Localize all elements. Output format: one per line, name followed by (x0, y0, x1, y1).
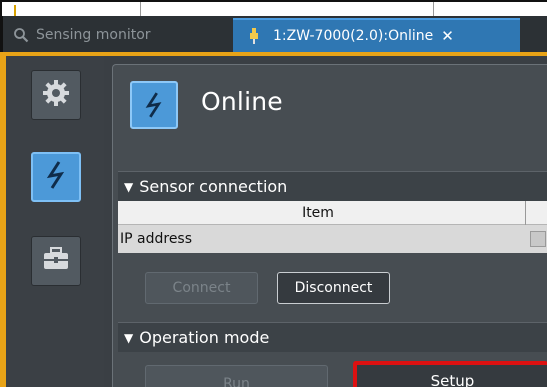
lightning-icon (130, 81, 178, 129)
disconnect-button[interactable]: Disconnect (277, 272, 390, 304)
section-title: Sensor connection (139, 177, 288, 196)
tab-bar: Sensing monitor 1:ZW-7000(2.0):Online ✕ (0, 16, 547, 52)
online-panel: Online ▼ Sensor connection Item IP addre… (112, 64, 547, 387)
triangle-down-icon: ▼ (124, 330, 134, 345)
setup-button[interactable]: Setup (353, 361, 547, 387)
connection-table: Item IP address (118, 201, 547, 253)
section-title: Operation mode (139, 328, 270, 347)
page-title: Online (201, 87, 283, 116)
sensor-icon (245, 27, 263, 45)
section-header-operation-mode[interactable]: ▼ Operation mode (118, 322, 547, 352)
section-header-sensor-connection[interactable]: ▼ Sensor connection (118, 171, 547, 201)
rail-settings-button[interactable] (31, 70, 81, 120)
lightning-icon (44, 160, 68, 194)
document-border (0, 0, 547, 18)
column-divider (525, 201, 526, 225)
column-header: Item (302, 204, 334, 221)
triangle-down-icon: ▼ (124, 179, 134, 194)
table-row[interactable]: IP address (118, 225, 547, 253)
run-button[interactable]: Run (145, 365, 328, 387)
rail-online-button[interactable] (31, 152, 81, 202)
cell-button[interactable] (530, 231, 546, 247)
close-icon[interactable]: ✕ (441, 27, 454, 45)
rail-tools-button[interactable] (31, 236, 81, 286)
tab-label: Sensing monitor (36, 27, 151, 43)
tab-sensing-monitor[interactable]: Sensing monitor (12, 18, 230, 52)
gear-icon (41, 78, 71, 112)
application-window: Sensing monitor 1:ZW-7000(2.0):Online ✕ (0, 16, 547, 387)
tab-label: 1:ZW-7000(2.0):Online (273, 28, 434, 44)
search-icon (12, 26, 30, 44)
toolbox-icon (41, 246, 71, 276)
tab-online-device[interactable]: 1:ZW-7000(2.0):Online ✕ (233, 18, 520, 52)
row-label: IP address (120, 231, 193, 247)
table-header: Item (118, 201, 547, 225)
side-rail (6, 56, 104, 387)
connect-button[interactable]: Connect (145, 272, 258, 304)
